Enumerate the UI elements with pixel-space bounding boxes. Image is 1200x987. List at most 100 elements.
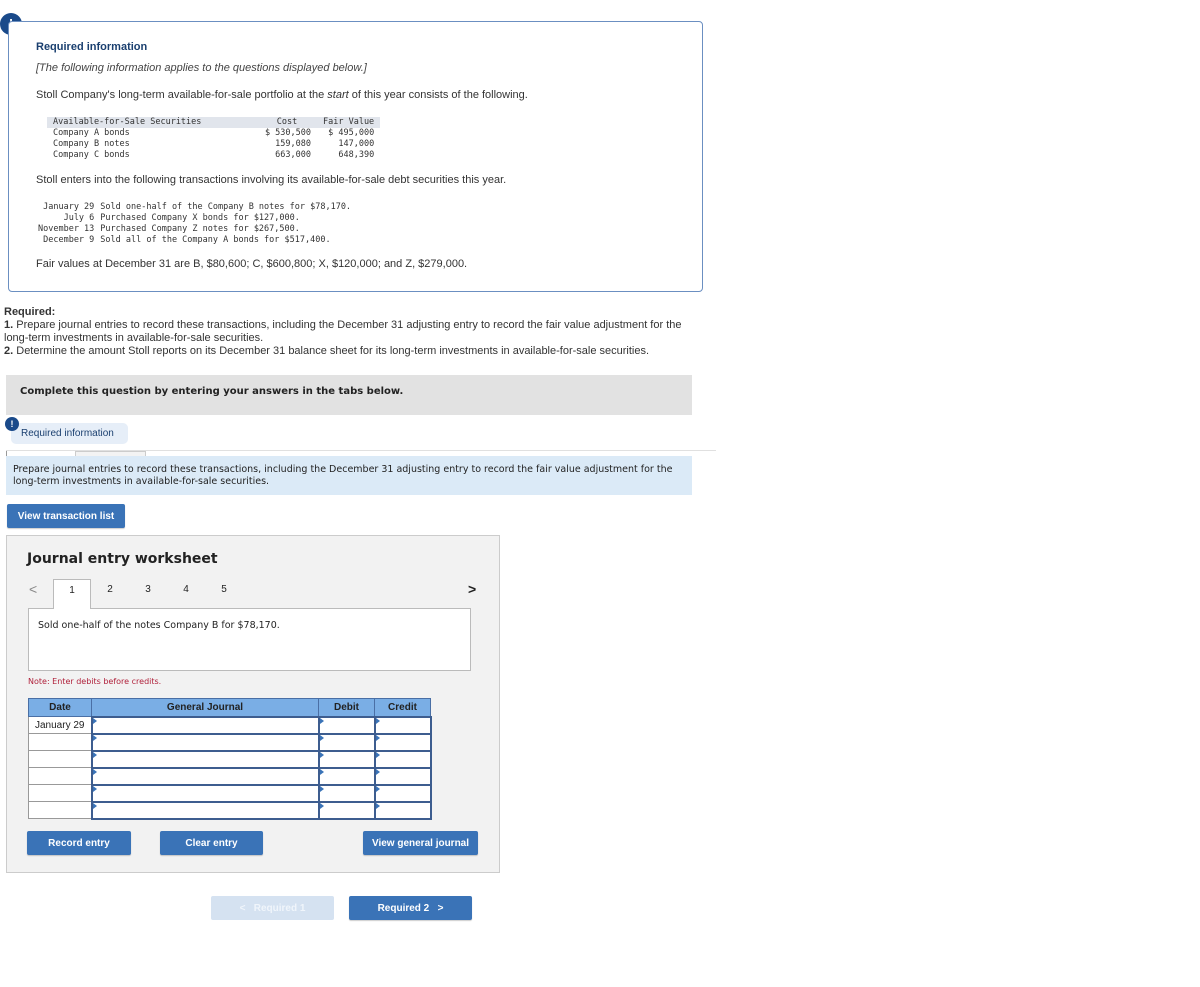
debit-input[interactable]: [317, 800, 376, 820]
required-heading: Required:: [4, 306, 56, 318]
transactions-table: January 29 Sold one-half of the Company …: [35, 202, 354, 246]
account-select[interactable]: [90, 715, 320, 735]
security-cost: $ 530,500: [264, 128, 311, 138]
security-name: Company B notes: [53, 139, 130, 149]
worksheet-tab-2[interactable]: 2: [91, 579, 129, 607]
credit-input[interactable]: [373, 749, 432, 769]
worksheet-tab-1[interactable]: 1: [53, 579, 91, 609]
account-select[interactable]: [90, 749, 320, 769]
debits-note: Note: Enter debits before credits.: [28, 677, 162, 686]
account-select[interactable]: [90, 732, 320, 752]
worksheet-title: Journal entry worksheet: [27, 551, 218, 567]
security-row: Company A bonds $ 530,500 $ 495,000: [47, 128, 380, 139]
security-row: Company C bonds 663,000 648,390: [47, 150, 380, 161]
journal-row: [28, 800, 432, 820]
worksheet-tab-4[interactable]: 4: [167, 579, 205, 607]
journal-date-cell: [28, 733, 92, 751]
previous-required-label: Required 1: [253, 903, 306, 914]
header-debit: Debit: [318, 698, 375, 717]
account-select[interactable]: [90, 783, 320, 803]
info-intro: Stoll Company's long-term available-for-…: [36, 89, 528, 101]
chevron-left-icon: <: [239, 903, 246, 914]
next-required-button[interactable]: Required 2 >: [349, 896, 472, 920]
clear-entry-button[interactable]: Clear entry: [160, 831, 263, 855]
transaction-date: December 9: [43, 235, 95, 245]
entry-description: Sold one-half of the notes Company B for…: [28, 608, 471, 671]
journal-date-cell: January 29: [28, 716, 92, 734]
debit-input[interactable]: [317, 715, 376, 735]
transaction-text: Sold all of the Company A bonds for $517…: [100, 235, 331, 245]
intro-post: of this year consists of the following.: [348, 89, 528, 101]
worksheet-tab-5[interactable]: 5: [205, 579, 243, 607]
info-note: [The following information applies to th…: [36, 62, 367, 74]
transaction-row: November 13 Purchased Company Z notes fo…: [35, 224, 354, 235]
transaction-text: Sold one-half of the Company B notes for…: [100, 202, 352, 212]
required-item: 2. Determine the amount Stoll reports on…: [4, 345, 704, 358]
credit-input[interactable]: [373, 783, 432, 803]
header-fair-value: Fair Value: [323, 117, 375, 127]
info-title: Required information: [36, 41, 148, 53]
question-prompt-text: Prepare journal entries to record these …: [13, 464, 673, 487]
instructions-text: Complete this question by entering your …: [20, 386, 404, 397]
credit-input[interactable]: [373, 732, 432, 752]
journal-row: [28, 732, 432, 752]
worksheet-tab-3[interactable]: 3: [129, 579, 167, 607]
journal-row: January 29: [28, 715, 432, 735]
journal-date-cell: [28, 784, 92, 802]
journal-date-cell: [28, 801, 92, 819]
security-name: Company A bonds: [53, 128, 130, 138]
intro-pre: Stoll Company's long-term available-for-…: [36, 89, 328, 101]
credit-input[interactable]: [373, 715, 432, 735]
debit-input[interactable]: [317, 766, 376, 786]
transaction-date: January 29: [43, 202, 95, 212]
credit-input[interactable]: [373, 766, 432, 786]
chevron-left-icon[interactable]: <: [29, 581, 37, 597]
instructions-bar: Complete this question by entering your …: [6, 375, 692, 415]
debit-input[interactable]: [317, 783, 376, 803]
credit-input[interactable]: [373, 800, 432, 820]
security-fair-value: 147,000: [338, 139, 375, 149]
security-fair-value: 648,390: [338, 150, 375, 160]
transaction-row: December 9 Sold all of the Company A bon…: [35, 235, 354, 246]
required-item-num: 2.: [4, 345, 14, 357]
journal-date-cell: [28, 750, 92, 768]
required-information-tab[interactable]: Required information: [11, 423, 128, 444]
transaction-text: Purchased Company Z notes for $267,500.: [100, 224, 300, 234]
header-credit: Credit: [374, 698, 431, 717]
header-date: Date: [28, 698, 92, 717]
chevron-right-icon[interactable]: >: [468, 581, 476, 597]
transaction-date: July 6: [63, 213, 95, 223]
next-required-label: Required 2: [377, 903, 430, 914]
securities-header-row: Available-for-Sale Securities Cost Fair …: [47, 117, 381, 128]
security-cost: 663,000: [275, 150, 311, 160]
general-journal-table: Date General Journal Debit Credit Januar…: [28, 698, 432, 820]
journal-entry-worksheet: Journal entry worksheet < 1 2 3 4 5 > So…: [6, 535, 500, 873]
previous-required-button[interactable]: < Required 1: [211, 896, 334, 920]
securities-table: Available-for-Sale Securities Cost Fair …: [47, 117, 381, 161]
security-cost: 159,080: [275, 139, 311, 149]
chevron-right-icon: >: [437, 903, 444, 914]
transaction-row: July 6 Purchased Company X bonds for $12…: [35, 213, 354, 224]
security-fair-value: $ 495,000: [328, 128, 375, 138]
debit-input[interactable]: [317, 732, 376, 752]
alert-icon: !: [5, 417, 19, 431]
header-securities: Available-for-Sale Securities: [53, 117, 202, 127]
required-item-text: Prepare journal entries to record these …: [4, 319, 682, 344]
account-select[interactable]: [90, 766, 320, 786]
account-select[interactable]: [90, 800, 320, 820]
required-item: 1. Prepare journal entries to record the…: [4, 319, 704, 345]
security-row: Company B notes 159,080 147,000: [47, 139, 380, 150]
record-entry-button[interactable]: Record entry: [27, 831, 131, 855]
entry-description-text: Sold one-half of the notes Company B for…: [38, 620, 280, 631]
header-cost: Cost: [276, 117, 298, 127]
view-general-journal-button[interactable]: View general journal: [363, 831, 478, 855]
transactions-intro: Stoll enters into the following transact…: [36, 174, 507, 186]
transaction-row: January 29 Sold one-half of the Company …: [35, 202, 354, 213]
journal-row: [28, 749, 432, 769]
debit-input[interactable]: [317, 749, 376, 769]
required-item-num: 1.: [4, 319, 14, 331]
journal-row: [28, 766, 432, 786]
required-information-box: Required information [The following info…: [8, 21, 703, 292]
view-transaction-list-button[interactable]: View transaction list: [7, 504, 125, 528]
journal-header-row: Date General Journal Debit Credit: [28, 698, 431, 717]
